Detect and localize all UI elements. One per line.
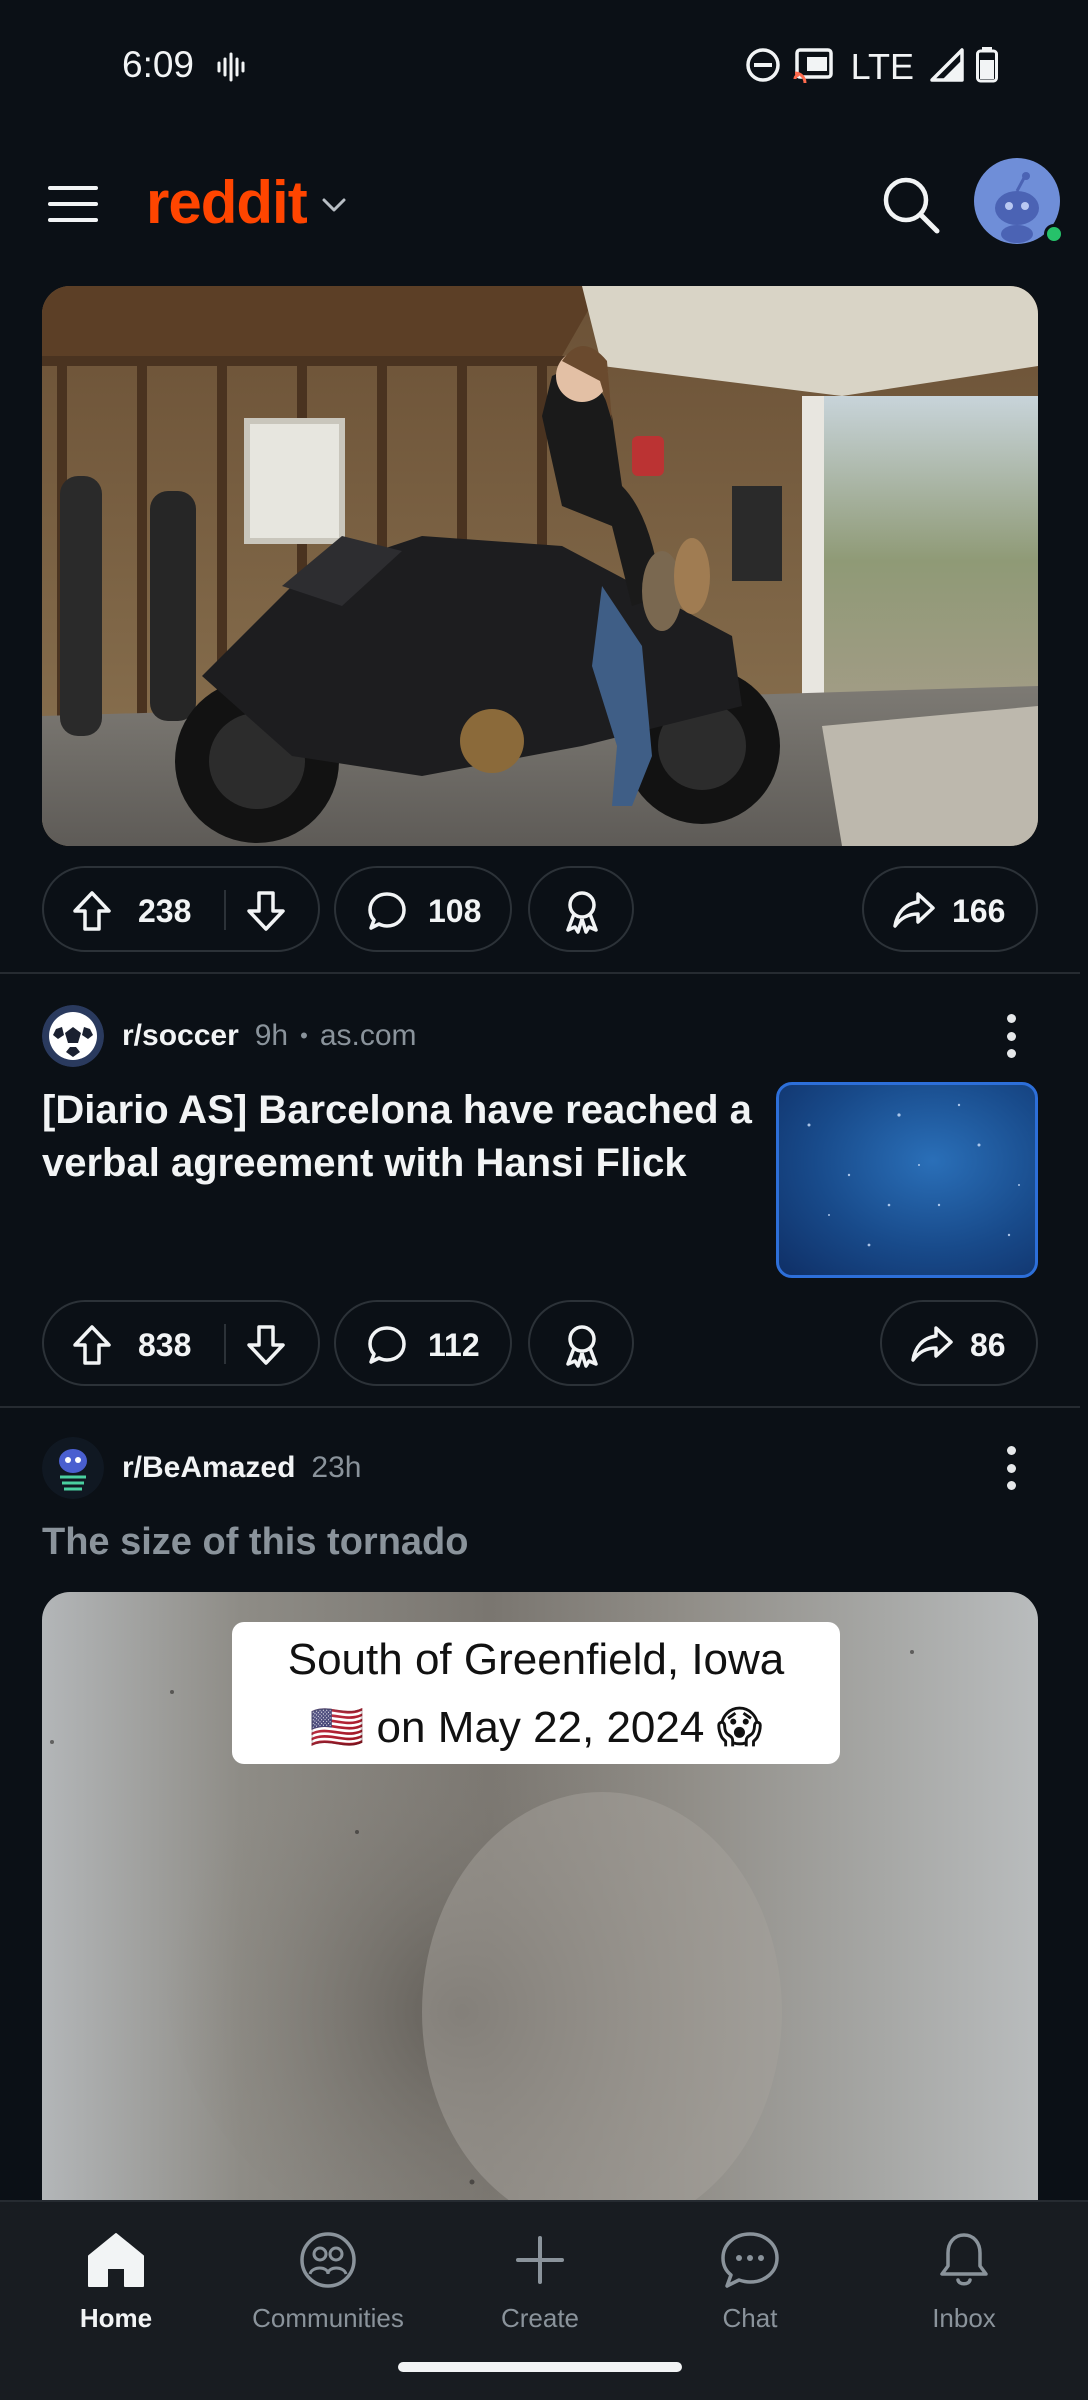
post-thumbnail[interactable] <box>776 1082 1038 1278</box>
subreddit-name[interactable]: r/BeAmazed <box>122 1451 295 1485</box>
comment-count: 108 <box>428 893 482 929</box>
share-icon <box>910 1324 954 1372</box>
upvote-icon[interactable] <box>72 890 112 940</box>
do-not-disturb-icon <box>745 47 781 88</box>
post-video[interactable]: South of Greenfield, Iowa 🇺🇸 on May 22, … <box>42 1592 1038 2212</box>
caption-line: 🇺🇸 on May 22, 2024 😱 <box>309 1703 763 1752</box>
comments-button[interactable]: 108 <box>334 866 512 952</box>
downvote-icon[interactable] <box>246 890 286 940</box>
share-button[interactable]: 166 <box>862 866 1038 952</box>
comment-icon <box>366 890 408 940</box>
communities-icon <box>297 2230 359 2295</box>
post-title-line: [Diario AS] Barcelona have reached a <box>42 1088 752 1132</box>
battery-icon <box>976 46 998 88</box>
share-count: 166 <box>952 893 1006 929</box>
reddit-logo-switcher[interactable]: reddit <box>146 168 347 237</box>
vote-separator <box>224 890 226 930</box>
comments-button[interactable]: 112 <box>334 1300 512 1386</box>
nav-home[interactable]: Home <box>26 2230 206 2333</box>
motorcycle-photo <box>42 286 1038 846</box>
comment-icon <box>366 1324 408 1374</box>
share-icon <box>892 890 936 938</box>
post-title[interactable]: [Diario AS] Barcelona have reached a ver… <box>42 1084 752 1190</box>
home-icon <box>85 2230 147 2295</box>
vote-control: 838 <box>42 1300 320 1386</box>
post-header: r/BeAmazed 23h <box>42 1436 361 1500</box>
share-count: 86 <box>970 1327 1006 1363</box>
post-divider <box>0 972 1080 974</box>
nav-label: Inbox <box>932 2303 996 2333</box>
nav-label: Home <box>79 2303 153 2333</box>
vote-count: 238 <box>138 893 192 929</box>
home-gesture-bar[interactable] <box>398 2362 682 2372</box>
search-icon[interactable] <box>880 174 942 236</box>
upvote-icon[interactable] <box>72 1324 112 1374</box>
post-age: 9h <box>254 1019 289 1052</box>
network-type: LTE <box>850 46 914 87</box>
nav-create[interactable]: Create <box>450 2230 630 2333</box>
more-options-icon[interactable] <box>996 1438 1026 1498</box>
post-header: r/soccer 9h • as.com <box>42 1004 417 1068</box>
post-age: 23h <box>311 1451 362 1484</box>
comment-count: 112 <box>428 1327 480 1363</box>
more-options-icon[interactable] <box>996 1006 1026 1066</box>
signal-icon <box>930 47 964 87</box>
nav-label: Chat <box>722 2303 778 2333</box>
meta-separator: • <box>300 1023 308 1048</box>
post-divider <box>0 1406 1080 1408</box>
downvote-icon[interactable] <box>246 1324 286 1374</box>
avatar[interactable] <box>974 158 1064 244</box>
post-domain[interactable]: as.com <box>320 1019 417 1053</box>
post-title[interactable]: The size of this tornado <box>42 1516 468 1569</box>
bell-icon <box>933 2230 995 2295</box>
video-caption: South of Greenfield, Iowa 🇺🇸 on May 22, … <box>232 1622 840 1764</box>
nav-inbox[interactable]: Inbox <box>874 2230 1054 2333</box>
vote-separator <box>224 1324 226 1364</box>
status-time: 6:09 <box>122 44 195 85</box>
award-icon <box>560 888 604 942</box>
online-status-dot <box>1044 224 1064 244</box>
vote-count: 838 <box>138 1327 192 1363</box>
nav-label: Create <box>500 2303 580 2333</box>
award-button[interactable] <box>528 1300 634 1386</box>
post-title-line: verbal agreement with Hansi Flick <box>42 1141 687 1185</box>
vibrate-icon <box>216 50 246 89</box>
plus-icon <box>509 2230 571 2295</box>
cast-icon <box>793 47 835 88</box>
award-button[interactable] <box>528 866 634 952</box>
nav-communities[interactable]: Communities <box>238 2230 418 2333</box>
app-bar: reddit <box>0 130 1088 280</box>
post-image[interactable] <box>42 286 1038 846</box>
post-actions: 238 108 166 <box>42 866 1038 952</box>
starry-sky-thumbnail <box>807 1103 1020 1247</box>
caption-line: South of Greenfield, Iowa <box>287 1635 785 1684</box>
status-bar: 6:09 LTE <box>0 0 1088 130</box>
chat-icon <box>719 2230 781 2295</box>
nav-label: Communities <box>252 2303 404 2333</box>
menu-icon[interactable] <box>46 182 100 226</box>
reddit-logo: reddit <box>146 169 308 236</box>
subreddit-name[interactable]: r/soccer <box>122 1019 239 1053</box>
soccer-ball-icon[interactable] <box>42 1005 104 1067</box>
chevron-down-icon <box>321 197 347 218</box>
post-actions: 838 112 86 <box>42 1300 1038 1386</box>
beamazed-community-icon[interactable] <box>42 1437 104 1499</box>
nav-chat[interactable]: Chat <box>660 2230 840 2333</box>
share-button[interactable]: 86 <box>880 1300 1038 1386</box>
award-icon <box>560 1322 604 1376</box>
vote-control: 238 <box>42 866 320 952</box>
